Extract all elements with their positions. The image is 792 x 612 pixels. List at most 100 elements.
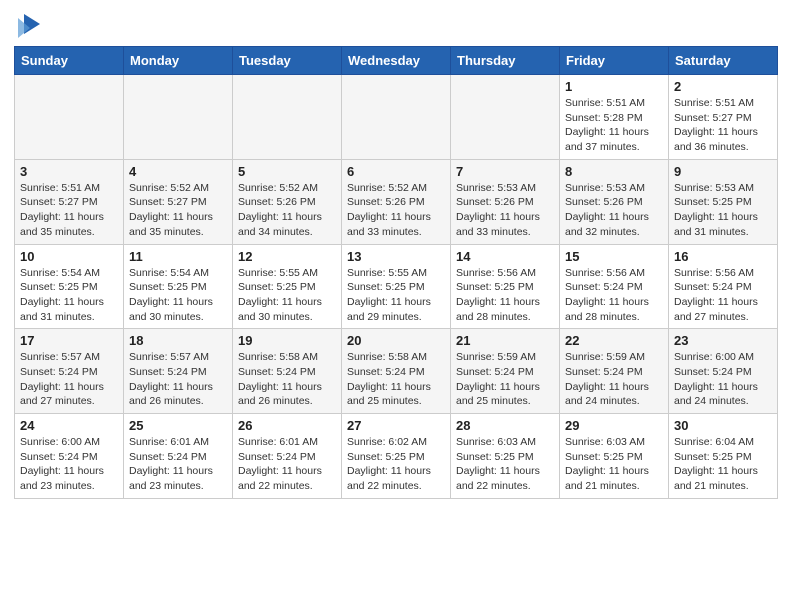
day-info: Sunrise: 6:03 AM Sunset: 5:25 PM Dayligh… bbox=[565, 435, 663, 494]
calendar-day-cell: 29 Sunrise: 6:03 AM Sunset: 5:25 PM Dayli… bbox=[560, 414, 669, 499]
calendar-week-row: 3 Sunrise: 5:51 AM Sunset: 5:27 PM Daylig… bbox=[15, 159, 778, 244]
day-info: Sunrise: 5:54 AM Sunset: 5:25 PM Dayligh… bbox=[20, 266, 118, 325]
header bbox=[14, 10, 778, 38]
day-info: Sunrise: 5:57 AM Sunset: 5:24 PM Dayligh… bbox=[129, 350, 227, 409]
weekday-header-row: SundayMondayTuesdayWednesdayThursdayFrid… bbox=[15, 47, 778, 75]
day-info: Sunrise: 6:00 AM Sunset: 5:24 PM Dayligh… bbox=[674, 350, 772, 409]
day-number: 28 bbox=[456, 418, 554, 433]
page: SundayMondayTuesdayWednesdayThursdayFrid… bbox=[0, 0, 792, 513]
calendar-day-cell: 11 Sunrise: 5:54 AM Sunset: 5:25 PM Dayli… bbox=[124, 244, 233, 329]
day-number: 7 bbox=[456, 164, 554, 179]
day-number: 26 bbox=[238, 418, 336, 433]
day-info: Sunrise: 5:54 AM Sunset: 5:25 PM Dayligh… bbox=[129, 266, 227, 325]
day-number: 27 bbox=[347, 418, 445, 433]
day-number: 2 bbox=[674, 79, 772, 94]
day-info: Sunrise: 5:52 AM Sunset: 5:27 PM Dayligh… bbox=[129, 181, 227, 240]
day-info: Sunrise: 5:56 AM Sunset: 5:24 PM Dayligh… bbox=[565, 266, 663, 325]
calendar-day-cell: 15 Sunrise: 5:56 AM Sunset: 5:24 PM Dayli… bbox=[560, 244, 669, 329]
calendar-day-cell: 18 Sunrise: 5:57 AM Sunset: 5:24 PM Dayli… bbox=[124, 329, 233, 414]
calendar-day-cell: 6 Sunrise: 5:52 AM Sunset: 5:26 PM Daylig… bbox=[342, 159, 451, 244]
calendar-day-cell: 20 Sunrise: 5:58 AM Sunset: 5:24 PM Dayli… bbox=[342, 329, 451, 414]
day-number: 4 bbox=[129, 164, 227, 179]
calendar-day-cell: 22Sunrise: 5:59 AM Sunset: 5:24 PM Dayli… bbox=[560, 329, 669, 414]
calendar-week-row: 24 Sunrise: 6:00 AM Sunset: 5:24 PM Dayli… bbox=[15, 414, 778, 499]
day-info: Sunrise: 6:01 AM Sunset: 5:24 PM Dayligh… bbox=[238, 435, 336, 494]
day-info: Sunrise: 5:56 AM Sunset: 5:24 PM Dayligh… bbox=[674, 266, 772, 325]
weekday-header-monday: Monday bbox=[124, 47, 233, 75]
day-number: 20 bbox=[347, 333, 445, 348]
calendar-day-cell: 28 Sunrise: 6:03 AM Sunset: 5:25 PM Dayli… bbox=[451, 414, 560, 499]
day-info: Sunrise: 6:00 AM Sunset: 5:24 PM Dayligh… bbox=[20, 435, 118, 494]
calendar-week-row: 10Sunrise: 5:54 AM Sunset: 5:25 PM Dayli… bbox=[15, 244, 778, 329]
weekday-header-sunday: Sunday bbox=[15, 47, 124, 75]
calendar-day-cell: 12 Sunrise: 5:55 AM Sunset: 5:25 PM Dayli… bbox=[233, 244, 342, 329]
day-info: Sunrise: 6:04 AM Sunset: 5:25 PM Dayligh… bbox=[674, 435, 772, 494]
day-info: Sunrise: 5:57 AM Sunset: 5:24 PM Dayligh… bbox=[20, 350, 118, 409]
day-info: Sunrise: 5:55 AM Sunset: 5:25 PM Dayligh… bbox=[238, 266, 336, 325]
day-number: 1 bbox=[565, 79, 663, 94]
day-number: 19 bbox=[238, 333, 336, 348]
day-info: Sunrise: 5:55 AM Sunset: 5:25 PM Dayligh… bbox=[347, 266, 445, 325]
day-number: 5 bbox=[238, 164, 336, 179]
day-info: Sunrise: 5:52 AM Sunset: 5:26 PM Dayligh… bbox=[238, 181, 336, 240]
calendar-day-cell: 10Sunrise: 5:54 AM Sunset: 5:25 PM Dayli… bbox=[15, 244, 124, 329]
day-info: Sunrise: 5:59 AM Sunset: 5:24 PM Dayligh… bbox=[456, 350, 554, 409]
day-info: Sunrise: 6:01 AM Sunset: 5:24 PM Dayligh… bbox=[129, 435, 227, 494]
day-info: Sunrise: 5:53 AM Sunset: 5:26 PM Dayligh… bbox=[565, 181, 663, 240]
calendar-table: SundayMondayTuesdayWednesdayThursdayFrid… bbox=[14, 46, 778, 499]
logo bbox=[14, 14, 44, 38]
day-number: 17 bbox=[20, 333, 118, 348]
calendar-day-cell: 17 Sunrise: 5:57 AM Sunset: 5:24 PM Dayli… bbox=[15, 329, 124, 414]
calendar-week-row: 1 Sunrise: 5:51 AM Sunset: 5:28 PM Daylig… bbox=[15, 75, 778, 160]
day-number: 24 bbox=[20, 418, 118, 433]
day-number: 25 bbox=[129, 418, 227, 433]
day-number: 15 bbox=[565, 249, 663, 264]
day-info: Sunrise: 6:02 AM Sunset: 5:25 PM Dayligh… bbox=[347, 435, 445, 494]
calendar-day-cell: 23 Sunrise: 6:00 AM Sunset: 5:24 PM Dayli… bbox=[669, 329, 778, 414]
calendar-day-cell: 27 Sunrise: 6:02 AM Sunset: 5:25 PM Dayli… bbox=[342, 414, 451, 499]
weekday-header-saturday: Saturday bbox=[669, 47, 778, 75]
calendar-day-cell: 1 Sunrise: 5:51 AM Sunset: 5:28 PM Daylig… bbox=[560, 75, 669, 160]
calendar-day-cell: 24 Sunrise: 6:00 AM Sunset: 5:24 PM Dayli… bbox=[15, 414, 124, 499]
weekday-header-friday: Friday bbox=[560, 47, 669, 75]
calendar-empty-cell bbox=[15, 75, 124, 160]
weekday-header-thursday: Thursday bbox=[451, 47, 560, 75]
calendar-day-cell: 16 Sunrise: 5:56 AM Sunset: 5:24 PM Dayli… bbox=[669, 244, 778, 329]
calendar-day-cell: 2Sunrise: 5:51 AM Sunset: 5:27 PM Daylig… bbox=[669, 75, 778, 160]
logo-icon bbox=[16, 10, 44, 38]
calendar-day-cell: 26 Sunrise: 6:01 AM Sunset: 5:24 PM Dayli… bbox=[233, 414, 342, 499]
day-number: 13 bbox=[347, 249, 445, 264]
day-info: Sunrise: 5:58 AM Sunset: 5:24 PM Dayligh… bbox=[238, 350, 336, 409]
day-number: 29 bbox=[565, 418, 663, 433]
calendar-empty-cell bbox=[233, 75, 342, 160]
calendar-day-cell: 9Sunrise: 5:53 AM Sunset: 5:25 PM Daylig… bbox=[669, 159, 778, 244]
weekday-header-wednesday: Wednesday bbox=[342, 47, 451, 75]
day-number: 16 bbox=[674, 249, 772, 264]
day-info: Sunrise: 6:03 AM Sunset: 5:25 PM Dayligh… bbox=[456, 435, 554, 494]
day-number: 3 bbox=[20, 164, 118, 179]
day-number: 21 bbox=[456, 333, 554, 348]
day-number: 11 bbox=[129, 249, 227, 264]
day-info: Sunrise: 5:53 AM Sunset: 5:26 PM Dayligh… bbox=[456, 181, 554, 240]
calendar-day-cell: 25 Sunrise: 6:01 AM Sunset: 5:24 PM Dayli… bbox=[124, 414, 233, 499]
calendar-empty-cell bbox=[342, 75, 451, 160]
day-info: Sunrise: 5:52 AM Sunset: 5:26 PM Dayligh… bbox=[347, 181, 445, 240]
calendar-day-cell: 7 Sunrise: 5:53 AM Sunset: 5:26 PM Daylig… bbox=[451, 159, 560, 244]
day-info: Sunrise: 5:58 AM Sunset: 5:24 PM Dayligh… bbox=[347, 350, 445, 409]
calendar-week-row: 17 Sunrise: 5:57 AM Sunset: 5:24 PM Dayli… bbox=[15, 329, 778, 414]
calendar-day-cell: 4 Sunrise: 5:52 AM Sunset: 5:27 PM Daylig… bbox=[124, 159, 233, 244]
day-info: Sunrise: 5:51 AM Sunset: 5:27 PM Dayligh… bbox=[20, 181, 118, 240]
day-number: 6 bbox=[347, 164, 445, 179]
calendar-day-cell: 14 Sunrise: 5:56 AM Sunset: 5:25 PM Dayli… bbox=[451, 244, 560, 329]
day-number: 12 bbox=[238, 249, 336, 264]
day-info: Sunrise: 5:53 AM Sunset: 5:25 PM Dayligh… bbox=[674, 181, 772, 240]
calendar-day-cell: 21 Sunrise: 5:59 AM Sunset: 5:24 PM Dayli… bbox=[451, 329, 560, 414]
weekday-header-tuesday: Tuesday bbox=[233, 47, 342, 75]
day-info: Sunrise: 5:56 AM Sunset: 5:25 PM Dayligh… bbox=[456, 266, 554, 325]
day-number: 18 bbox=[129, 333, 227, 348]
day-number: 14 bbox=[456, 249, 554, 264]
calendar-day-cell: 5 Sunrise: 5:52 AM Sunset: 5:26 PM Daylig… bbox=[233, 159, 342, 244]
day-info: Sunrise: 5:51 AM Sunset: 5:28 PM Dayligh… bbox=[565, 96, 663, 155]
calendar-empty-cell bbox=[451, 75, 560, 160]
day-number: 23 bbox=[674, 333, 772, 348]
